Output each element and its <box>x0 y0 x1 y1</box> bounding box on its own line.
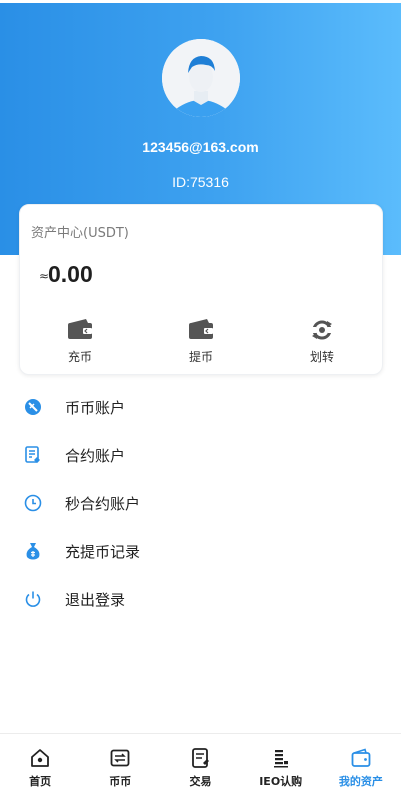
asset-amount: 0.00 <box>48 261 93 287</box>
menu-item-logout[interactable]: 退出登录 <box>0 575 401 623</box>
withdraw-label: 提币 <box>188 350 213 364</box>
wallet-icon <box>351 748 371 767</box>
menu-item-label: 币币账户 <box>65 399 126 417</box>
menu-item-label: 充提币记录 <box>65 543 141 561</box>
tab-home[interactable]: 首页 <box>0 734 80 800</box>
tab-spot[interactable]: 币币 <box>80 734 160 800</box>
bottom-tab-bar: 首页 币币 交易 IEO认购 我的资产 <box>0 733 401 800</box>
wallet-icon <box>68 319 92 339</box>
transfer-icon <box>310 320 334 340</box>
avatar-person-icon <box>162 39 240 117</box>
account-menu: 币币账户 合约账户 秒合约账户 充提币记录 退出登录 <box>0 383 401 623</box>
tab-label: 首页 <box>29 775 52 788</box>
home-icon <box>31 749 49 767</box>
transfer-button[interactable]: 划转 <box>282 318 362 365</box>
menu-item-label: 退出登录 <box>65 591 126 609</box>
tab-trade[interactable]: 交易 <box>160 734 240 800</box>
assets-page: 123456@163.com ID:75316 资产中心(USDT) ≈ 0.0… <box>0 0 401 800</box>
transfer-label: 划转 <box>309 350 334 364</box>
tab-label: 我的资产 <box>338 775 383 788</box>
avatar[interactable] <box>162 39 240 117</box>
trade-icon <box>191 748 209 768</box>
tab-label: 币币 <box>109 775 132 788</box>
power-icon <box>25 591 41 607</box>
coin-account-icon <box>25 399 41 415</box>
asset-card-title: 资产中心(USDT) <box>31 226 129 241</box>
menu-item-label: 合约账户 <box>65 447 126 465</box>
ieo-icon <box>273 750 288 768</box>
asset-card: 资产中心(USDT) ≈ 0.00 充币 提币 划转 <box>19 204 383 375</box>
money-bag-icon <box>26 543 40 560</box>
user-id: ID:75316 <box>172 174 229 190</box>
contract-icon <box>25 446 40 463</box>
clock-icon <box>24 494 42 512</box>
user-email: 123456@163.com <box>142 139 259 155</box>
tab-label: 交易 <box>189 775 212 788</box>
deposit-label: 充币 <box>67 350 92 364</box>
wallet-icon <box>189 319 213 339</box>
menu-item-label: 秒合约账户 <box>65 495 141 513</box>
menu-item-spot-account[interactable]: 币币账户 <box>0 383 401 431</box>
menu-item-contract-account[interactable]: 合约账户 <box>0 431 401 479</box>
tab-my-assets[interactable]: 我的资产 <box>321 734 401 800</box>
menu-item-second-contract-account[interactable]: 秒合约账户 <box>0 479 401 527</box>
menu-item-deposit-withdraw-records[interactable]: 充提币记录 <box>0 527 401 575</box>
tab-ieo[interactable]: IEO认购 <box>241 734 321 800</box>
tab-label: IEO认购 <box>259 775 303 788</box>
deposit-button[interactable]: 充币 <box>40 318 120 365</box>
exchange-icon <box>110 749 130 767</box>
withdraw-button[interactable]: 提币 <box>161 318 241 365</box>
